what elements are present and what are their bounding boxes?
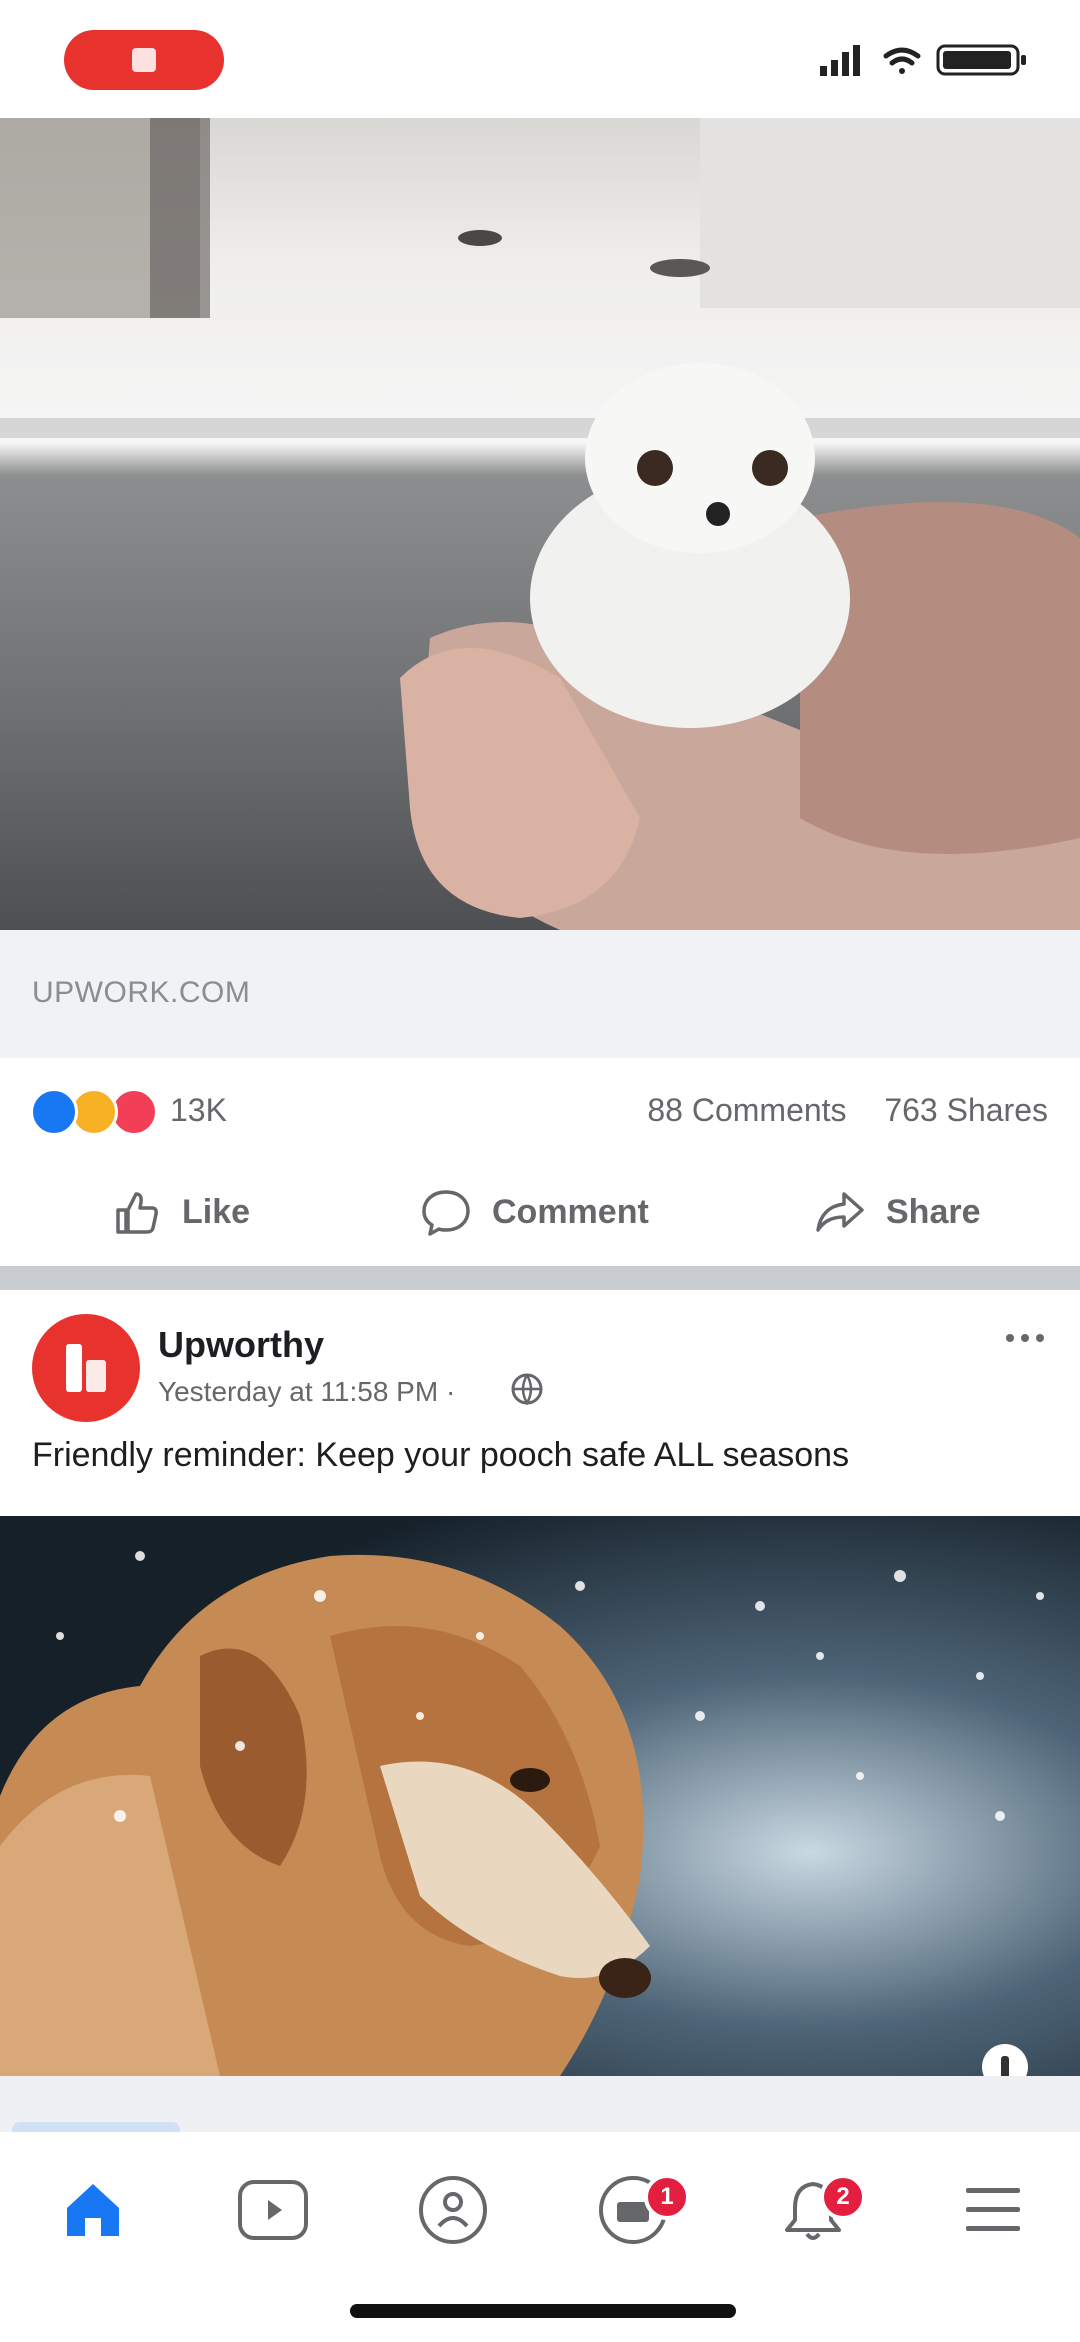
post-image-owl[interactable] xyxy=(0,118,1080,930)
post-image-dog[interactable] xyxy=(0,1516,1080,2076)
home-tab[interactable] xyxy=(38,2160,148,2260)
like-button[interactable]: Like xyxy=(108,1158,250,1266)
share-button[interactable]: Share xyxy=(812,1158,981,1266)
comments-count[interactable]: 88 Comments xyxy=(647,1092,846,1128)
status-bar xyxy=(0,0,1080,118)
post-text: Friendly reminder: Keep your pooch safe … xyxy=(32,1436,850,1474)
notifications-badge: 2 xyxy=(820,2174,866,2220)
wifi-icon xyxy=(883,47,921,74)
share-label: Share xyxy=(886,1192,981,1231)
globe-icon xyxy=(511,1373,543,1406)
reactions-summary[interactable]: 13K 88 Comments 763 Shares xyxy=(0,1058,1080,1158)
watch-tab[interactable] xyxy=(218,2160,328,2260)
like-reaction-icon xyxy=(30,1088,78,1136)
status-icons xyxy=(820,42,1040,78)
like-label: Like xyxy=(182,1192,251,1231)
page-avatar[interactable] xyxy=(32,1314,140,1422)
shares-count[interactable]: 763 Shares xyxy=(884,1092,1048,1128)
bottom-tab-bar: 1 2 xyxy=(0,2132,1080,2342)
thumbs-up-icon xyxy=(116,1192,158,1234)
groups-tab[interactable] xyxy=(398,2160,508,2260)
upworthy-logo-icon xyxy=(66,1344,106,1392)
comment-icon xyxy=(422,1190,470,1236)
post-header: Upworthy Yesterday at 11:58 PM · Friendl… xyxy=(0,1290,1080,1516)
link-domain: UPWORK.COM xyxy=(32,976,251,1009)
reaction-count[interactable]: 13K xyxy=(170,1092,227,1129)
home-icon xyxy=(67,2184,119,2236)
groups-icon xyxy=(419,2176,487,2244)
notifications-tab[interactable]: 2 xyxy=(758,2160,868,2260)
signal-icon xyxy=(820,45,860,76)
link-preview[interactable]: UPWORK.COM xyxy=(0,930,1080,1058)
marketplace-badge: 1 xyxy=(644,2174,690,2220)
home-indicator[interactable] xyxy=(350,2304,736,2318)
marketplace-tab[interactable]: 1 xyxy=(578,2160,690,2260)
share-icon xyxy=(816,1192,864,1232)
menu-tab[interactable] xyxy=(938,2160,1048,2260)
post-action-bar: Like Comment Share xyxy=(0,1158,1080,1266)
feed-separator xyxy=(0,1266,1080,1290)
watch-icon xyxy=(238,2180,308,2240)
battery-icon xyxy=(936,44,1026,76)
comments-shares[interactable]: 88 Comments 763 Shares xyxy=(647,1092,1048,1129)
hamburger-menu-icon xyxy=(966,2188,1020,2231)
comment-label: Comment xyxy=(492,1192,649,1231)
comment-button[interactable]: Comment xyxy=(418,1158,649,1266)
screen-recording-indicator[interactable] xyxy=(64,30,224,90)
page-name[interactable]: Upworthy xyxy=(158,1324,324,1366)
post-timestamp[interactable]: Yesterday at 11:58 PM · xyxy=(158,1376,455,1408)
more-options-button[interactable] xyxy=(1002,1326,1048,1350)
